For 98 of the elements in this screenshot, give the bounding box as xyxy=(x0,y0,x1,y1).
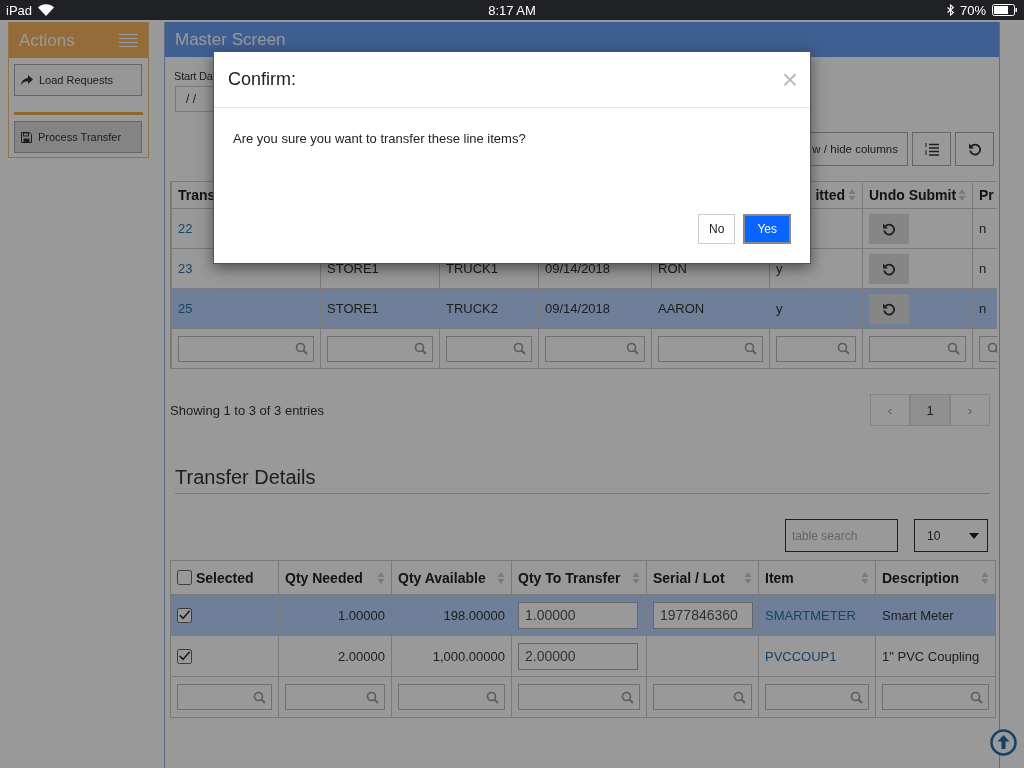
search-icon xyxy=(295,342,308,355)
battery-percent: 70% xyxy=(960,2,986,18)
confirm-button[interactable]: Yes xyxy=(743,214,791,244)
column-header[interactable]: Qty Available xyxy=(391,560,512,595)
quantity-field[interactable]: 1.00000 xyxy=(518,601,638,629)
undo-icon xyxy=(882,261,896,276)
sort-icon xyxy=(861,570,869,585)
filter-field[interactable] xyxy=(518,684,640,710)
undo-icon xyxy=(882,301,896,316)
filter-field[interactable] xyxy=(869,335,966,362)
filter-field[interactable] xyxy=(653,684,752,710)
column-header[interactable]: Selected xyxy=(170,560,279,595)
checkbox[interactable] xyxy=(177,649,192,665)
search-icon xyxy=(987,342,997,355)
entries-info: Showing 1 to 3 of 3 entries xyxy=(170,402,324,418)
search-icon xyxy=(626,342,639,355)
wifi-icon xyxy=(38,4,55,16)
checkbox[interactable] xyxy=(177,570,192,585)
sort-icon xyxy=(377,570,385,585)
table-cell: y xyxy=(769,288,863,329)
panel-title: Actions xyxy=(19,30,75,51)
column-header[interactable]: Undo Submit xyxy=(862,181,973,209)
share-arrow-icon xyxy=(21,74,33,86)
sort-icon xyxy=(497,570,505,585)
undo-button[interactable] xyxy=(869,253,909,284)
clock-time: 8:17 AM xyxy=(488,2,536,18)
table-cell: Smart Meter xyxy=(875,594,996,636)
column-header[interactable]: Description xyxy=(875,560,996,595)
sort-icon xyxy=(632,570,640,585)
search-icon xyxy=(621,690,634,704)
table-cell: TRUCK2 xyxy=(439,288,539,329)
filter-field[interactable] xyxy=(327,335,433,362)
filter-field[interactable] xyxy=(178,335,314,362)
undo-icon xyxy=(882,221,896,236)
field-label: Start Da xyxy=(174,70,213,82)
table-cell: 1.00000 xyxy=(278,594,392,636)
list-button[interactable] xyxy=(912,132,951,166)
scroll-to-top-icon[interactable] xyxy=(990,729,1017,756)
search-icon xyxy=(253,690,266,704)
filter-field[interactable] xyxy=(658,335,763,362)
quantity-field[interactable]: 2.00000 xyxy=(518,642,638,670)
sort-icon xyxy=(848,188,856,202)
table-cell: 2.00000 xyxy=(278,635,392,677)
undo-button[interactable] xyxy=(869,293,909,324)
caret-icon xyxy=(969,532,979,539)
sort-icon xyxy=(981,570,989,585)
menu-icon[interactable] xyxy=(119,34,138,47)
search-icon xyxy=(486,690,499,704)
search-icon xyxy=(837,342,850,355)
sort-icon xyxy=(744,570,752,585)
transfer-link[interactable]: 22 xyxy=(178,221,193,236)
filter-field[interactable] xyxy=(446,335,532,362)
filter-field[interactable] xyxy=(765,684,869,710)
checkbox[interactable] xyxy=(177,608,192,624)
table-cell: 198.00000 xyxy=(391,594,512,636)
filter-field[interactable] xyxy=(776,335,856,362)
bluetooth-icon xyxy=(947,4,954,16)
column-header[interactable]: Serial / Lot xyxy=(646,560,759,595)
page-button[interactable]: 1 xyxy=(910,394,950,426)
column-header[interactable]: Qty To Transfer xyxy=(511,560,647,595)
serial-field[interactable]: 1977846360 xyxy=(653,601,753,629)
filter-field[interactable] xyxy=(285,684,385,710)
search-icon xyxy=(970,690,983,704)
cancel-button[interactable]: No xyxy=(698,214,736,244)
refresh-button[interactable] xyxy=(955,132,994,166)
dialog-message: Are you sure you want to transfer these line items? xyxy=(233,131,527,146)
battery-icon xyxy=(992,4,1018,16)
device-name: iPad xyxy=(6,2,33,18)
filter-field[interactable] xyxy=(882,684,989,710)
search-icon xyxy=(366,690,379,704)
action-button[interactable]: Load Requests xyxy=(14,64,142,96)
search-icon xyxy=(733,690,746,704)
undo-button[interactable] xyxy=(869,213,909,244)
page-size-select[interactable]: 10 xyxy=(914,519,988,552)
search-icon xyxy=(513,342,526,355)
table-cell: 1" PVC Coupling xyxy=(875,635,996,677)
numbered-list-icon xyxy=(924,142,939,156)
action-button[interactable]: Process Transfer xyxy=(14,121,142,153)
filter-field[interactable] xyxy=(398,684,505,710)
search-icon xyxy=(947,342,960,355)
transfer-link[interactable]: 23 xyxy=(178,261,193,276)
search-icon xyxy=(414,342,427,355)
table-cell: 09/14/2018 xyxy=(538,288,652,329)
sort-icon xyxy=(958,188,966,202)
column-header[interactable]: Qty Needed xyxy=(278,560,392,595)
filter-field[interactable] xyxy=(177,684,272,710)
table-cell: 1,000.00000 xyxy=(391,635,512,677)
column-header[interactable]: Item xyxy=(758,560,876,595)
table-cell: STORE1 xyxy=(320,288,440,329)
column-header[interactable]: Pr xyxy=(972,181,997,209)
column-toggle-button[interactable]: w / hide columns xyxy=(810,132,908,166)
undo-icon xyxy=(967,142,982,156)
search-icon xyxy=(850,690,863,704)
search-icon xyxy=(744,342,757,355)
filter-field[interactable] xyxy=(545,335,645,362)
table-cell: AARON xyxy=(651,288,770,329)
section-title: Transfer Details xyxy=(175,466,990,494)
screen-title: Master Screen xyxy=(175,29,286,50)
